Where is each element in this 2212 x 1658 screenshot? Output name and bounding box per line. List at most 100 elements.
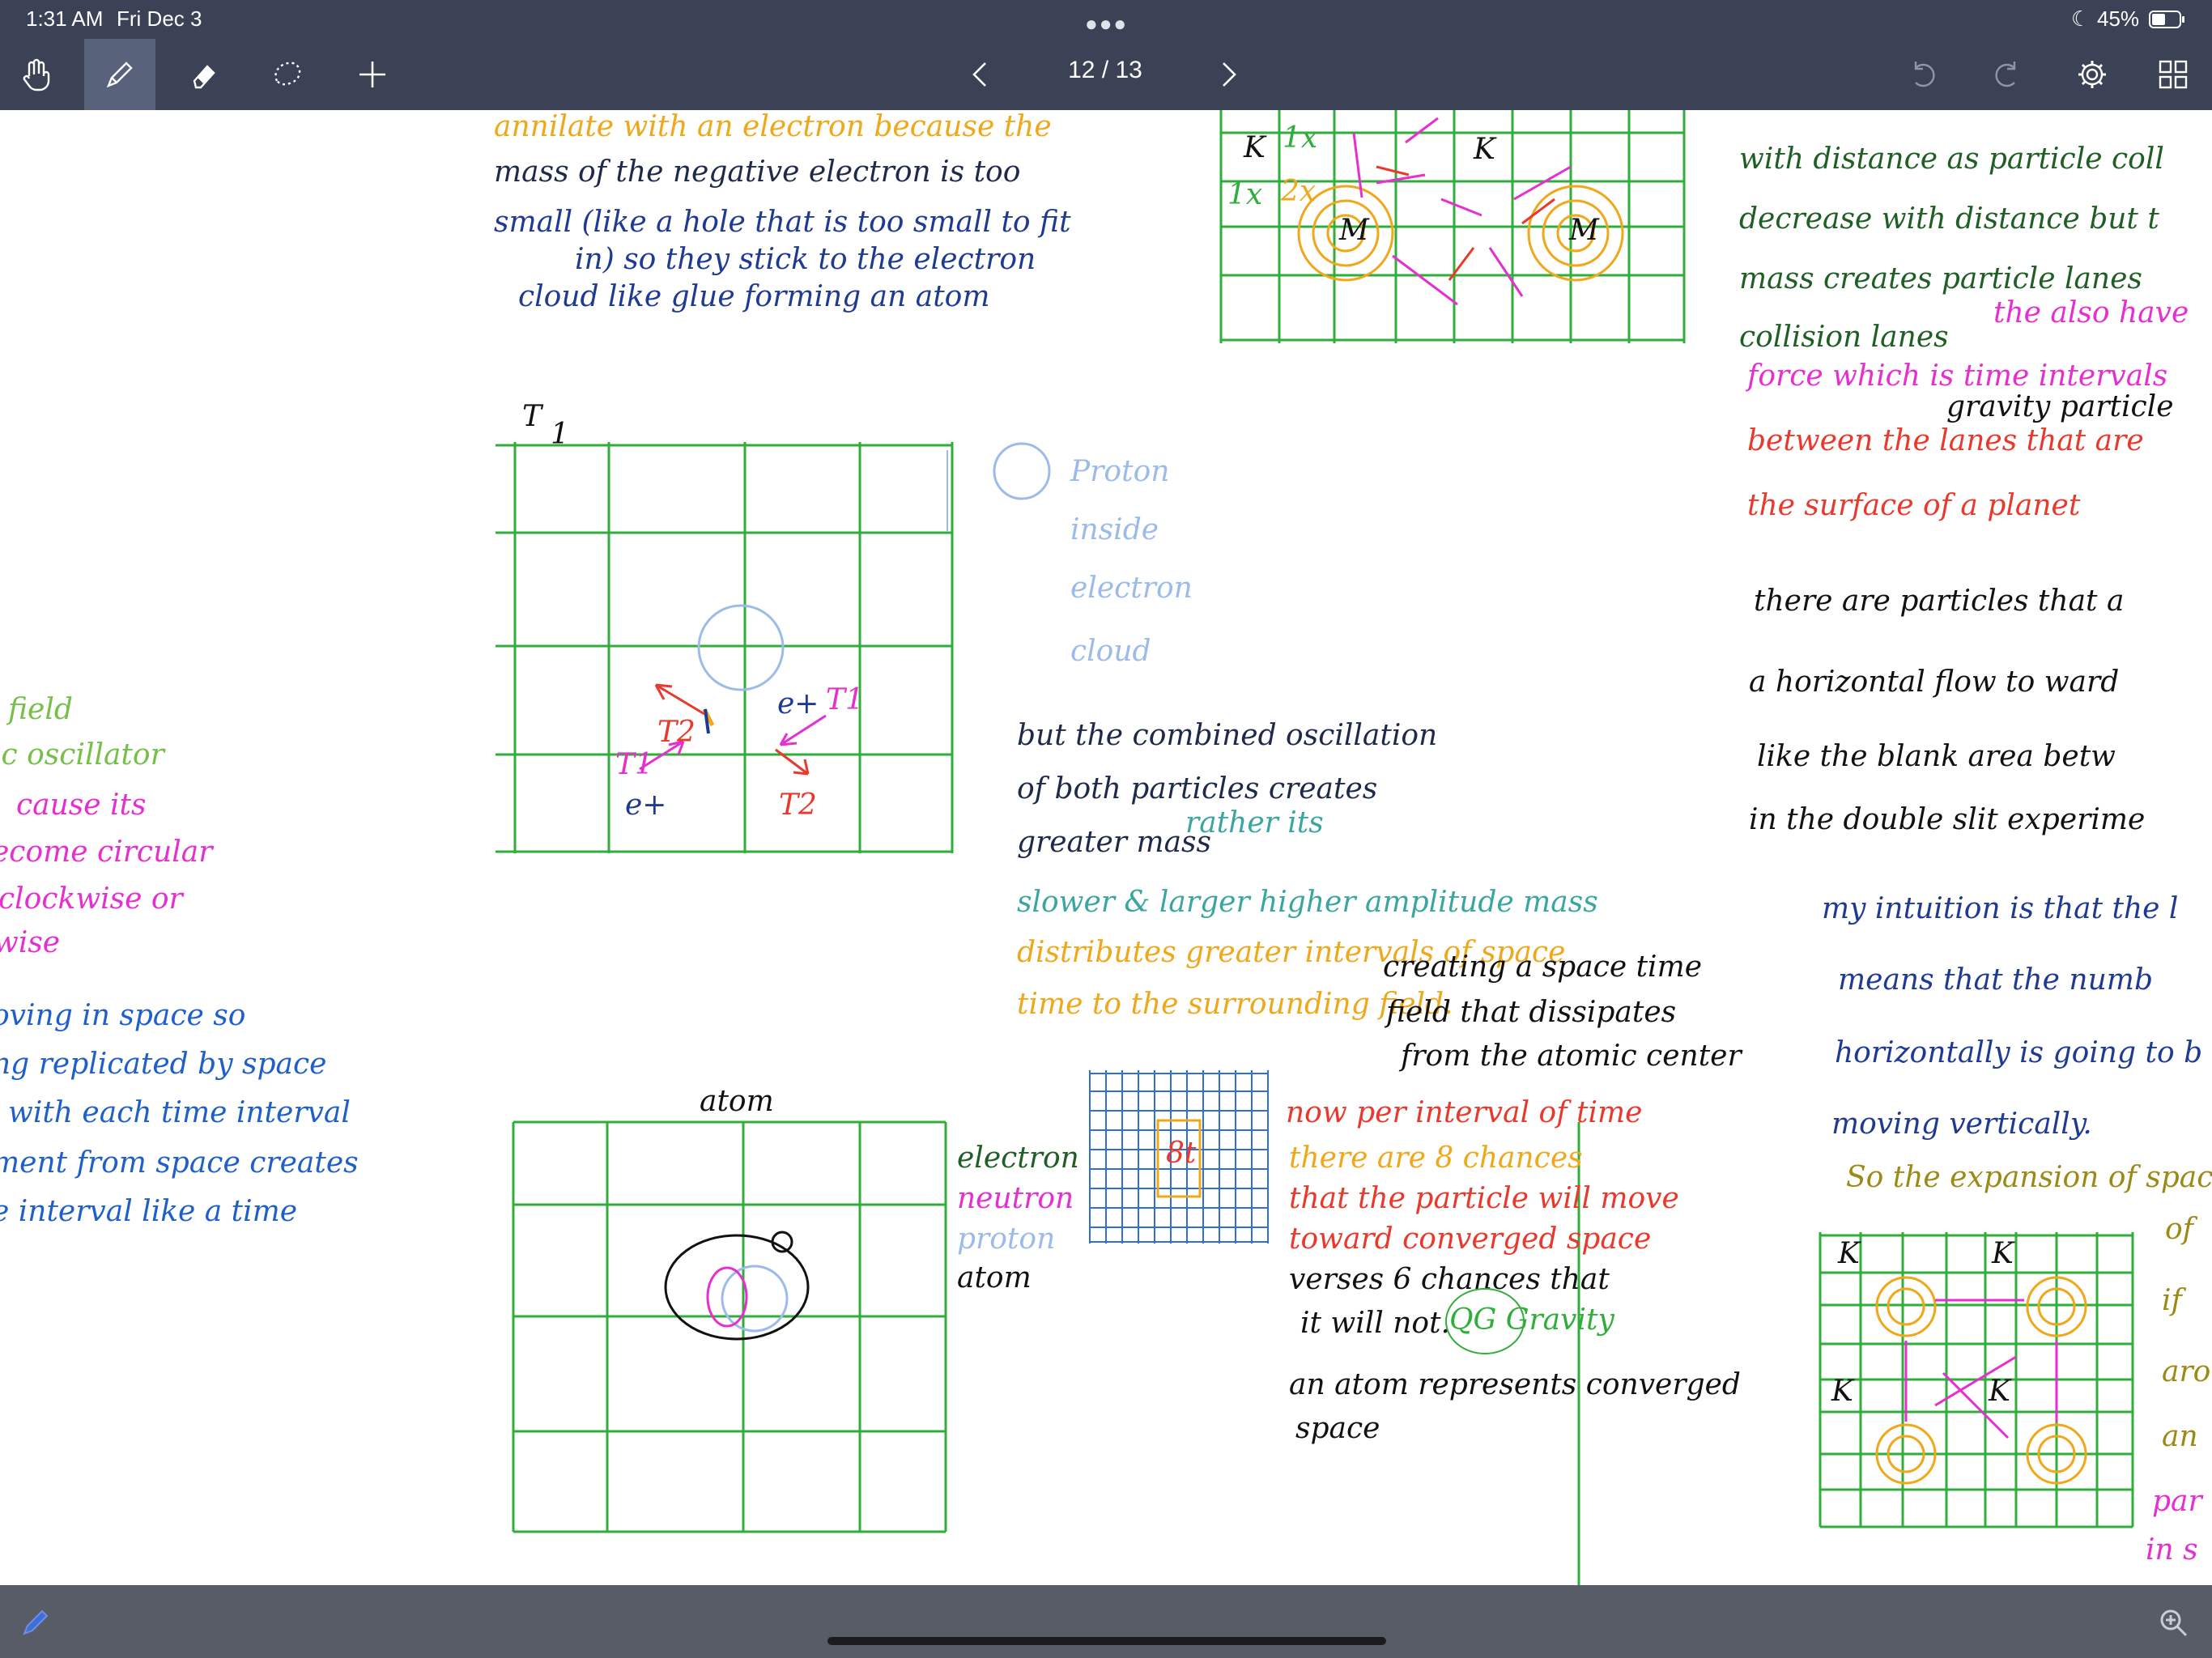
positron-label: e+ [777, 687, 819, 721]
svg-text:ment from space creates: ment from space creates [0, 1146, 359, 1180]
bottom-bar [0, 1585, 2212, 1658]
t2-tag: T2 [779, 789, 817, 822]
svg-text:inside: inside [1070, 513, 1159, 546]
svg-text:e interval like a time: e interval like a time [0, 1195, 297, 1228]
battery-icon [2149, 10, 2186, 35]
svg-text:in s: in s [2146, 1533, 2198, 1567]
svg-text:rather its: rather its [1185, 806, 1324, 840]
moon-icon: ☾ [2071, 6, 2091, 31]
t2-tag: T2 [657, 716, 696, 749]
note-top-left: annilate with an electron because the ma… [494, 110, 1071, 313]
x-label: 1x [1283, 121, 1317, 155]
svg-text:now per interval of time: now per interval of time [1286, 1096, 1642, 1129]
atom-title: atom [700, 1085, 774, 1118]
svg-text:toward converged space: toward converged space [1289, 1222, 1651, 1256]
svg-text:it will not.: it will not. [1300, 1307, 1450, 1340]
svg-text:of: of [2165, 1213, 2198, 1246]
previous-page-icon[interactable] [952, 45, 1010, 104]
svg-text:field that dissipates: field that dissipates [1384, 996, 1676, 1029]
svg-text:decrease with distance but t: decrease with distance but t [1739, 202, 2159, 236]
svg-text:wise: wise [0, 926, 60, 959]
svg-text:with each time interval: with each time interval [8, 1096, 351, 1129]
chances-note: now per interval of time there are 8 cha… [1286, 1096, 1741, 1585]
svg-text:par: par [2152, 1485, 2204, 1518]
svg-text:from the atomic center: from the atomic center [1398, 1039, 1742, 1073]
left-edge-note: field ic oscillator cause its ecome circ… [0, 693, 359, 1228]
svg-text:a horizontal flow to ward: a horizontal flow to ward [1749, 665, 2119, 699]
plus-icon[interactable] [343, 45, 402, 104]
status-time: 1:31 AM [26, 6, 104, 31]
svg-text:greater mass: greater mass [1017, 826, 1211, 859]
svg-text:horizontally is going to b: horizontally is going to b [1835, 1036, 2202, 1069]
svg-text:an atom represents converged: an atom represents converged [1289, 1368, 1741, 1401]
grid-icon[interactable] [2144, 45, 2202, 104]
pen-color-icon[interactable] [19, 1606, 52, 1643]
pen-icon[interactable] [84, 39, 155, 110]
svg-text:Proton: Proton [1070, 455, 1169, 488]
status-date: Fri Dec 3 [117, 6, 202, 31]
svg-text:in) so they stick to the elect: in) so they stick to the electron [575, 243, 1036, 276]
svg-text:field: field [6, 693, 73, 726]
middle-note: but the combined oscillation of both par… [1017, 719, 1742, 1073]
svg-text:of both particles creates: of both particles creates [1017, 772, 1377, 806]
t1-tag: T1 [615, 748, 653, 781]
right-column-note: with distance as particle coll decrease … [1739, 142, 2212, 1567]
k-label: K [1988, 1375, 2012, 1408]
redo-icon[interactable] [1977, 45, 2035, 104]
hand-icon[interactable] [6, 45, 65, 104]
svg-text:there are 8 chances: there are 8 chances [1289, 1141, 1583, 1175]
svg-text:in the double slit experime: in the double slit experime [1749, 803, 2145, 836]
svg-text:electron: electron [957, 1141, 1079, 1175]
svg-text:my intuition is that the l: my intuition is that the l [1822, 892, 2178, 925]
eraser-icon[interactable] [175, 45, 233, 104]
home-indicator[interactable] [827, 1637, 1386, 1645]
svg-text:means that the numb: means that the numb [1838, 963, 2153, 997]
k-label: K [1473, 133, 1497, 166]
svg-text:space: space [1295, 1412, 1380, 1445]
lasso-icon[interactable] [257, 45, 316, 104]
svg-text:oving in space so: oving in space so [0, 999, 245, 1032]
t1-label: T [522, 400, 544, 433]
more-dots-icon[interactable]: ●●● [1085, 11, 1128, 36]
svg-text:gravity particle: gravity particle [1946, 390, 2174, 423]
svg-text:creating a space time: creating a space time [1383, 950, 1702, 984]
svg-text:the surface of a planet: the surface of a planet [1747, 489, 2081, 522]
notebook-canvas[interactable]: K K 1x 1x 2x M M annilate with an electr… [0, 110, 2212, 1585]
svg-text:So the expansion of space: So the expansion of space [1846, 1161, 2212, 1194]
svg-text:slower & larger higher amplitu: slower & larger higher amplitude mass [1017, 886, 1598, 919]
undo-icon[interactable] [1895, 45, 1953, 104]
svg-text:electron: electron [1070, 572, 1193, 605]
battery-percent: 45% [2097, 6, 2140, 31]
svg-text:but the combined oscillation: but the combined oscillation [1017, 719, 1437, 752]
svg-text:force which is time intervals: force which is time intervals [1745, 359, 2167, 393]
svg-text:an: an [2162, 1420, 2198, 1453]
svg-text:like the blank area betw: like the blank area betw [1757, 740, 2116, 773]
svg-text:clockwise or: clockwise or [0, 882, 185, 916]
status-bar: 1:31 AM Fri Dec 3 ●●● ☾ 45% [0, 0, 2212, 39]
svg-text:small (like a hole that is too: small (like a hole that is too small to … [494, 206, 1071, 239]
zoom-icon[interactable] [2157, 1606, 2189, 1643]
svg-text:proton: proton [957, 1222, 1055, 1256]
svg-text:annilate with an electron beca: annilate with an electron because the [494, 110, 1052, 143]
svg-text:mass of the negative electron: mass of the negative electron is too [494, 155, 1020, 189]
svg-text:verses 6 chances that: verses 6 chances that [1289, 1263, 1610, 1296]
m-label: M [1338, 214, 1370, 247]
proton-note: Proton inside electron cloud [946, 442, 1193, 668]
k-label: K [1243, 131, 1267, 164]
svg-text:collision lanes: collision lanes [1739, 321, 1949, 354]
small-grid-label: 8t [1166, 1137, 1197, 1170]
page-indicator: 12 / 13 [1068, 57, 1142, 83]
next-page-icon[interactable] [1198, 45, 1257, 104]
svg-text:that the particle will move: that the particle will move [1289, 1182, 1679, 1215]
svg-text:ng replicated by space: ng replicated by space [0, 1048, 326, 1081]
gear-icon[interactable] [2063, 45, 2121, 104]
legend: electron neutron proton atom [957, 1141, 1079, 1295]
atom-drawing [664, 1231, 810, 1341]
k-label: K [1831, 1375, 1855, 1408]
svg-text:cause its: cause its [16, 789, 147, 822]
svg-text:aro: aro [2162, 1355, 2210, 1388]
x2-label: 2x [1280, 175, 1316, 208]
svg-text:the also have: the also have [1993, 296, 2189, 329]
drawing-layer: K K 1x 1x 2x M M annilate with an electr… [0, 110, 2212, 1585]
svg-text:cloud: cloud [1070, 635, 1151, 668]
